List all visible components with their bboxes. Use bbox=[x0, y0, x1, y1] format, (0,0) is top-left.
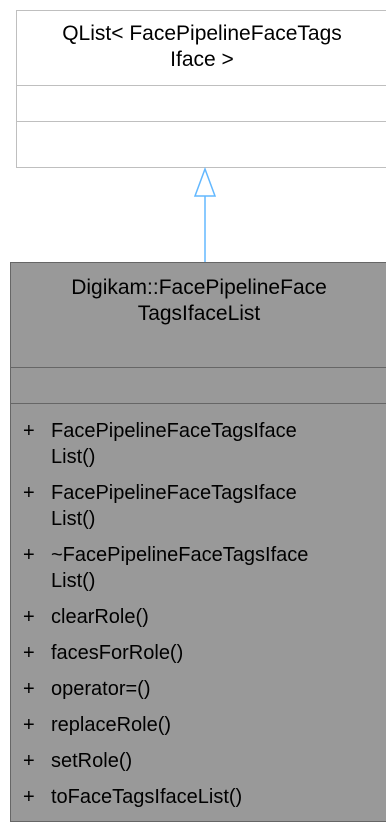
method-visibility: + bbox=[23, 606, 35, 628]
method-visibility: + bbox=[23, 714, 35, 736]
method-name: facesForRole() bbox=[51, 642, 184, 664]
method-name: clearRole() bbox=[51, 606, 149, 628]
method-item[interactable]: + facesForRole() bbox=[23, 640, 386, 666]
method-name: setRole() bbox=[51, 750, 133, 772]
method-name: FacePipelineFaceTagsIface List() bbox=[51, 482, 297, 530]
method-name: operator=() bbox=[51, 678, 151, 700]
derived-class-title: Digikam::FacePipelineFace TagsIfaceList bbox=[71, 276, 327, 325]
method-item[interactable]: + operator=() bbox=[23, 676, 386, 702]
method-item[interactable]: + setRole() bbox=[23, 748, 386, 774]
base-class-attributes-section bbox=[17, 85, 386, 121]
method-visibility: + bbox=[23, 482, 35, 504]
base-class-title: QList< FacePipelineFaceTags Iface > bbox=[62, 22, 342, 71]
method-visibility: + bbox=[23, 750, 35, 772]
method-item[interactable]: + toFaceTagsIfaceList() bbox=[23, 784, 386, 810]
method-item[interactable]: + replaceRole() bbox=[23, 712, 386, 738]
method-visibility: + bbox=[23, 544, 35, 566]
base-class-methods-section bbox=[17, 121, 386, 167]
method-name: FacePipelineFaceTagsIface List() bbox=[51, 420, 297, 468]
method-name: toFaceTagsIfaceList() bbox=[51, 786, 243, 808]
method-visibility: + bbox=[23, 420, 35, 442]
method-name: replaceRole() bbox=[51, 714, 172, 736]
method-item[interactable]: + FacePipelineFaceTagsIface List() bbox=[23, 418, 386, 470]
derived-class-box[interactable]: Digikam::FacePipelineFace TagsIfaceList … bbox=[10, 262, 386, 822]
method-item[interactable]: + ~FacePipelineFaceTagsIface List() bbox=[23, 542, 386, 594]
method-list: + FacePipelineFaceTagsIface List() + FacePi… bbox=[11, 404, 386, 810]
method-item[interactable]: + clearRole() bbox=[23, 604, 386, 630]
method-item[interactable]: + FacePipelineFaceTagsIface List() bbox=[23, 480, 386, 532]
method-visibility: + bbox=[23, 786, 35, 808]
derived-class-methods-section: + FacePipelineFaceTagsIface List() + FacePi… bbox=[11, 403, 386, 810]
method-name: ~FacePipelineFaceTagsIface List() bbox=[51, 544, 309, 592]
method-visibility: + bbox=[23, 642, 35, 664]
inheritance-arrow-icon bbox=[193, 166, 217, 262]
method-visibility: + bbox=[23, 678, 35, 700]
inheritance-arrowhead bbox=[193, 166, 217, 197]
derived-class-attributes-section bbox=[11, 367, 386, 403]
base-class-box[interactable]: QList< FacePipelineFaceTags Iface > bbox=[16, 10, 386, 168]
